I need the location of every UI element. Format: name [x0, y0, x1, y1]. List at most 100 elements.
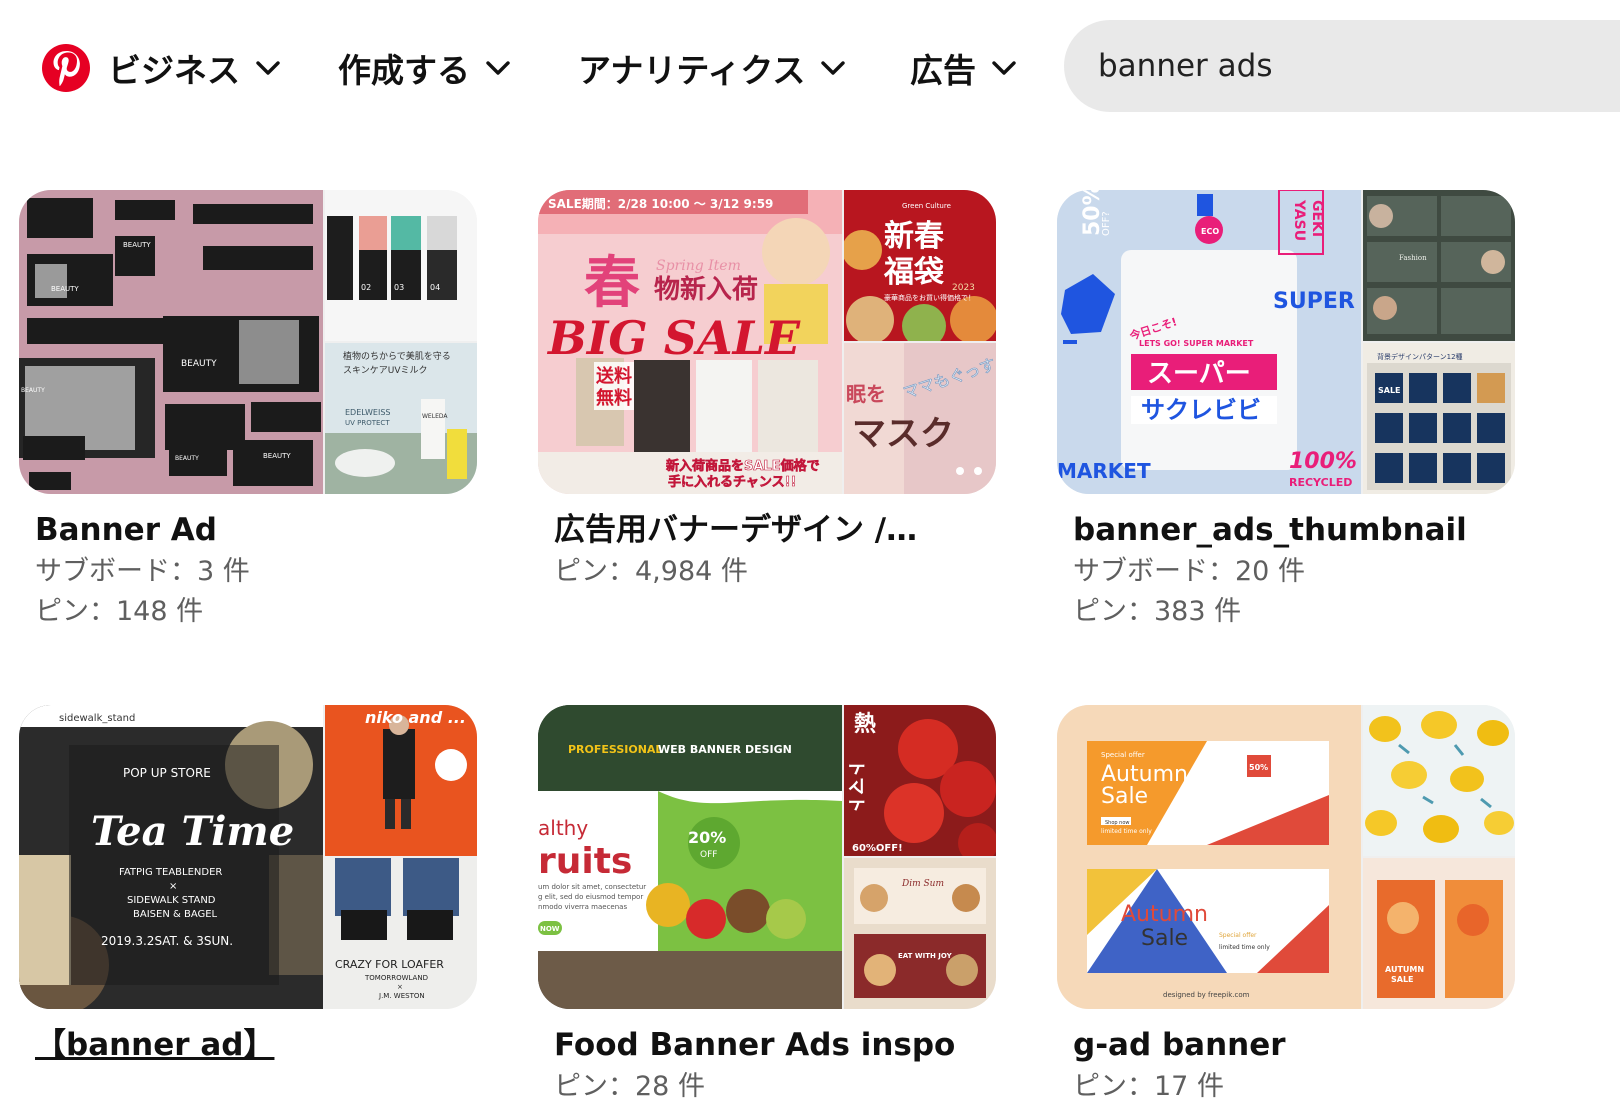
cover-text: ECO: [1201, 227, 1219, 236]
search-bar[interactable]: [1064, 20, 1620, 112]
cover-text: BEAUTY: [21, 387, 45, 394]
cover-text: BEAUTY: [175, 455, 199, 462]
cover-text: Special offer: [1101, 751, 1145, 759]
cover-text: Special offer: [1219, 932, 1257, 939]
top-navigation-bar: ビジネス 作成する アナリティクス 広告: [0, 0, 1620, 136]
nav-business-label: ビジネス: [108, 51, 240, 90]
cover-text: 送料: [595, 365, 632, 387]
board-card[interactable]: sidewalk_stand POP UP STORE Tea Time FAT…: [19, 705, 477, 1067]
nav-analytics-label: アナリティクス: [578, 51, 806, 90]
cover-text: POP UP STORE: [123, 766, 211, 780]
cover-text: 物新入荷: [654, 274, 758, 305]
board-cover[interactable]: 50% OFF? GEKI YASU ECO SUPER 今日こそ! LETS …: [1057, 190, 1515, 494]
cover-text: UV PROTECT: [345, 419, 390, 427]
board-card[interactable]: 50% OFF? GEKI YASU ECO SUPER 今日こそ! LETS …: [1057, 190, 1515, 632]
cover-text: SALE: [1391, 975, 1414, 984]
cover-text: BEAUTY: [123, 241, 151, 249]
board-cover[interactable]: SALE期間：2/28 10:00 〜 3/12 9:59 春 Spring I…: [538, 190, 996, 494]
pinterest-logo-icon[interactable]: [42, 44, 90, 92]
board-cover-side-image: Fashion: [1363, 190, 1515, 341]
board-cover[interactable]: BEAUTY BEAUTY BEAUTY BEAUTY BEAUTY BEAUT…: [19, 190, 477, 494]
board-cover-side-image: 熱 トマト 60%OFF!: [844, 705, 996, 856]
cover-text: 2023: [952, 283, 975, 293]
cover-text: BIG SALE: [546, 311, 801, 365]
board-card[interactable]: BEAUTY BEAUTY BEAUTY BEAUTY BEAUTY BEAUT…: [19, 190, 477, 632]
board-meta: 広告用バナーデザイン /… ピン：4,984 件: [538, 494, 996, 592]
cover-text: BEAUTY: [51, 285, 79, 293]
board-cover-main-image: PROFESSIONAL WEB BANNER DESIGN althy rui…: [538, 705, 842, 1009]
board-card[interactable]: Special offer Autumn Sale 50% limited ti…: [1057, 705, 1515, 1107]
cover-text: nmodo viverra maecenas: [538, 903, 627, 911]
cover-text: EDELWEISS: [345, 408, 390, 417]
board-pin-count: ピン：28 件: [554, 1071, 705, 1102]
nav-business[interactable]: ビジネス: [108, 42, 282, 94]
search-input[interactable]: [1096, 47, 1560, 85]
cover-text: スーパー: [1147, 359, 1251, 389]
cover-text: BEAUTY: [263, 452, 291, 460]
nav-create-label: 作成する: [338, 51, 470, 90]
cover-text: limited time only: [1219, 944, 1270, 951]
cover-text: 植物のちからで美肌を守る: [343, 350, 451, 362]
board-title[interactable]: 広告用バナーデザイン /…: [554, 508, 984, 552]
board-cover-side-image: ママもぐっすり 眠を マスク: [844, 343, 996, 494]
cover-text: 豪華商品をお買い得価格で！: [884, 293, 975, 302]
board-cover-main-image: Special offer Autumn Sale 50% limited ti…: [1057, 705, 1361, 1009]
board-cover-side-image: CRAZY FOR LOAFER TOMORROWLAND × J.M. WES…: [325, 858, 477, 1009]
board-cover[interactable]: PROFESSIONAL WEB BANNER DESIGN althy rui…: [538, 705, 996, 1009]
cover-text: designed by freepik.com: [1163, 991, 1250, 999]
board-meta: banner_ads_thumbnail サブボード：20 件 ピン：383 件: [1057, 494, 1515, 632]
board-pin-count: ピン：383 件: [1073, 596, 1242, 627]
board-title[interactable]: g-ad banner: [1073, 1023, 1503, 1067]
cover-text: Sale: [1101, 784, 1148, 809]
chevron-down-icon: [990, 54, 1018, 82]
board-cover-side-image: AUTUMN SALE: [1363, 858, 1515, 1009]
cover-text: SALE期間：2/28 10:00 〜 3/12 9:59: [548, 196, 773, 211]
board-cover-main-image: BEAUTY BEAUTY BEAUTY BEAUTY BEAUTY BEAUT…: [19, 190, 323, 494]
board-title[interactable]: 【banner ad】: [35, 1023, 465, 1067]
cover-text: althy: [538, 816, 588, 840]
board-title[interactable]: Food Banner Ads inspo: [554, 1023, 984, 1067]
board-meta: 【banner ad】: [19, 1009, 477, 1067]
cover-text: YASU: [1291, 199, 1307, 241]
board-cover[interactable]: Special offer Autumn Sale 50% limited ti…: [1057, 705, 1515, 1009]
cover-text: Sale: [1141, 926, 1188, 951]
board-cover-side-image: niko and ...: [325, 705, 477, 856]
page: ビジネス 作成する アナリティクス 広告 banner ads BEAUTY B…: [0, 0, 1620, 1114]
nav-analytics[interactable]: アナリティクス: [578, 42, 847, 94]
cover-text: 背景デザインパターン12種: [1377, 352, 1463, 361]
board-subboard-count: サブボード：20 件: [1073, 556, 1305, 587]
cover-text: ruits: [538, 841, 632, 882]
cover-text: サクレビビ: [1141, 396, 1261, 424]
cover-text: sidewalk_stand: [59, 713, 135, 724]
cover-text: 眠を: [846, 382, 886, 406]
board-cover[interactable]: sidewalk_stand POP UP STORE Tea Time FAT…: [19, 705, 477, 1009]
chevron-down-icon: [484, 54, 512, 82]
cover-text: 手に入れるチャンス!!: [668, 474, 796, 490]
cover-text: BEAUTY: [181, 359, 217, 369]
cover-text: OFF: [700, 850, 717, 860]
board-cover-side-image: [1363, 705, 1515, 856]
cover-text: 100%: [1289, 449, 1357, 474]
board-title[interactable]: Banner Ad: [35, 508, 465, 552]
cover-text: OFF?: [1101, 211, 1112, 236]
cover-text: BAISEN & BAGEL: [133, 909, 218, 920]
nav-ads[interactable]: 広告: [910, 42, 1018, 94]
cover-text: Shop now: [1105, 820, 1129, 826]
cover-text: g elit, sed do eiusmod tempor: [538, 893, 643, 901]
board-title[interactable]: banner_ads_thumbnail: [1073, 508, 1503, 552]
cover-text: 熱: [854, 711, 876, 737]
cover-text: niko and ...: [365, 708, 466, 727]
board-card[interactable]: PROFESSIONAL WEB BANNER DESIGN althy rui…: [538, 705, 996, 1107]
chevron-down-icon: [819, 54, 847, 82]
cover-text: Tea Time: [91, 808, 294, 855]
cover-text: FATPIG TEABLENDER: [119, 867, 222, 878]
cover-text: 02: [361, 283, 371, 292]
board-card[interactable]: SALE期間：2/28 10:00 〜 3/12 9:59 春 Spring I…: [538, 190, 996, 592]
cover-text: 20%: [688, 828, 726, 847]
board-cover-side-image: 02 03 04: [325, 190, 477, 341]
chevron-down-icon: [254, 54, 282, 82]
cover-text: ×: [397, 983, 403, 991]
cover-text: TOMORROWLAND: [364, 974, 428, 982]
nav-create[interactable]: 作成する: [338, 42, 512, 94]
cover-text: マスク: [852, 414, 954, 454]
